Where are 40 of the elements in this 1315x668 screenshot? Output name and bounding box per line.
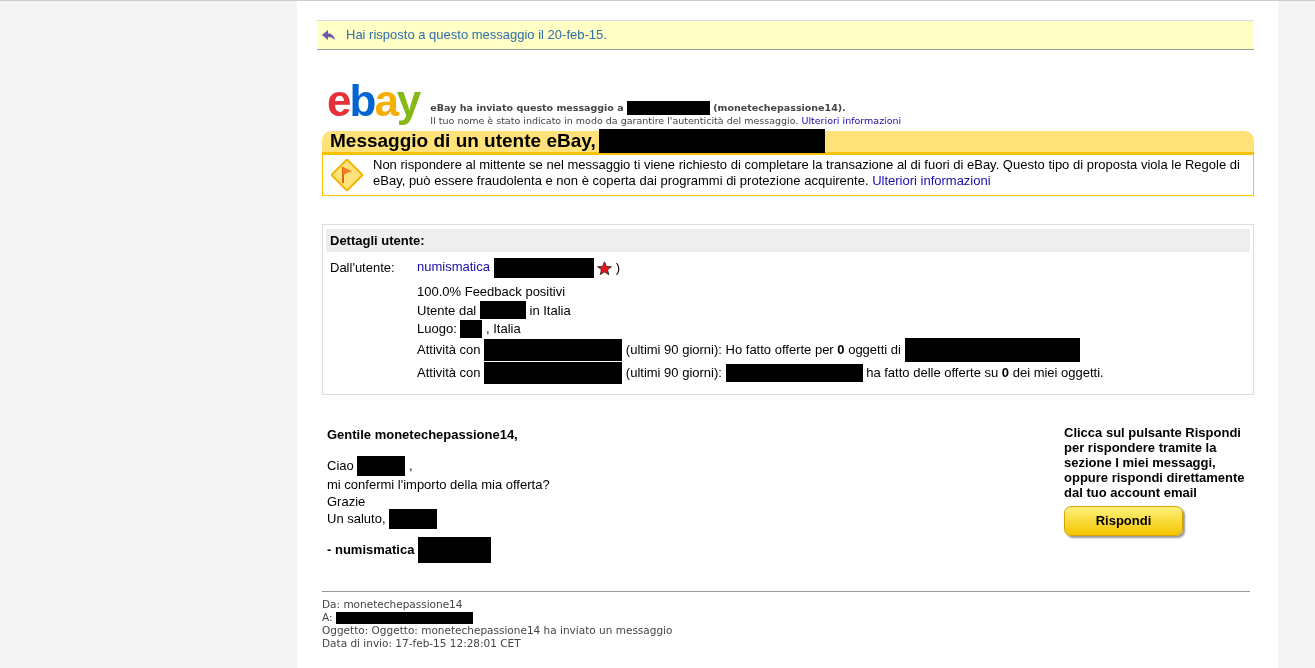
redaction-bar: [389, 509, 438, 530]
detail-text: (ultimi 90 giorni):: [625, 364, 722, 380]
detail-text: Utente dal: [417, 302, 477, 318]
detail-text: ha fatto delle offerte su 0 dei miei oggetti.: [866, 364, 1104, 380]
detail-text: ): [615, 260, 621, 276]
instruction-text: Clicca sul pulsante Rispondi per rispondere tramite la sezione I miei messaggi, oppure rispondi direttamente dal tuo account email: [1064, 424, 1246, 500]
star-icon: [597, 260, 613, 276]
footer-text: Da: monetechepassione14: [322, 598, 463, 611]
notice-text: Hai risposto a questo messaggio il 20-feb-15.: [346, 26, 607, 45]
message-text: ,: [409, 458, 413, 474]
footer-text: Oggetto: Oggetto: monetechepassione14 ha inviato un messaggio: [322, 624, 673, 637]
detail-text: in Italia: [529, 302, 571, 318]
detail-text: Attività con: [417, 364, 481, 380]
username-link[interactable]: numismatica: [417, 259, 490, 275]
sender-info: eBay ha inviato questo messaggio a: [430, 101, 624, 113]
message-text: Un saluto,: [327, 511, 386, 527]
signature: - numismatica: [327, 542, 415, 558]
field-label: Dall'utente:: [329, 259, 396, 278]
ebay-logo: ebay: [327, 76, 422, 127]
section-heading: Dettagli utente:: [326, 228, 1250, 253]
reply-icon: [322, 29, 336, 41]
footer-text: Data di invio: 17-feb-15 12:28:01 CET: [322, 637, 521, 650]
info-link[interactable]: Ulteriori informazioni: [872, 172, 991, 188]
message-text: Ciao: [327, 458, 354, 474]
detail-text: , Italia: [486, 320, 521, 336]
warning-text: Non rispondere al mittente se nel messaggio ti viene richiesto di completare la transazione al di fuori di eBay. Questo tipo di proposta viola le Regole di eBay, può essere fraudolenta e non è coperta dai programmi di protezione acquirente. Ulteriori informazioni: [373, 156, 1241, 190]
info-link[interactable]: Ulteriori informazioni: [801, 114, 902, 126]
redaction-bar: [357, 456, 406, 477]
notice-text: Il tuo nome è stato indicato in modo da garantire l'autenticità del messaggio.: [430, 114, 799, 126]
sender-info: (monetechepassione14).: [713, 101, 846, 113]
reply-button[interactable]: Rispondi: [1064, 505, 1183, 536]
detail-text: (ultimi 90 giorni): Ho fatto offerte per 0 oggetti di: [625, 341, 901, 357]
title-text: Messaggio di un utente eBay,: [330, 128, 596, 153]
detail-text: 100.0% Feedback positivi: [417, 283, 566, 299]
detail-text: Attività con: [417, 341, 481, 357]
message-text: Grazie: [327, 493, 366, 509]
greeting: Gentile monetechepassione14,: [327, 425, 519, 444]
message-text: mi confermi l'importo della mia offerta?: [327, 476, 550, 492]
detail-text: Luogo:: [417, 320, 457, 336]
footer-text: A:: [322, 611, 333, 624]
